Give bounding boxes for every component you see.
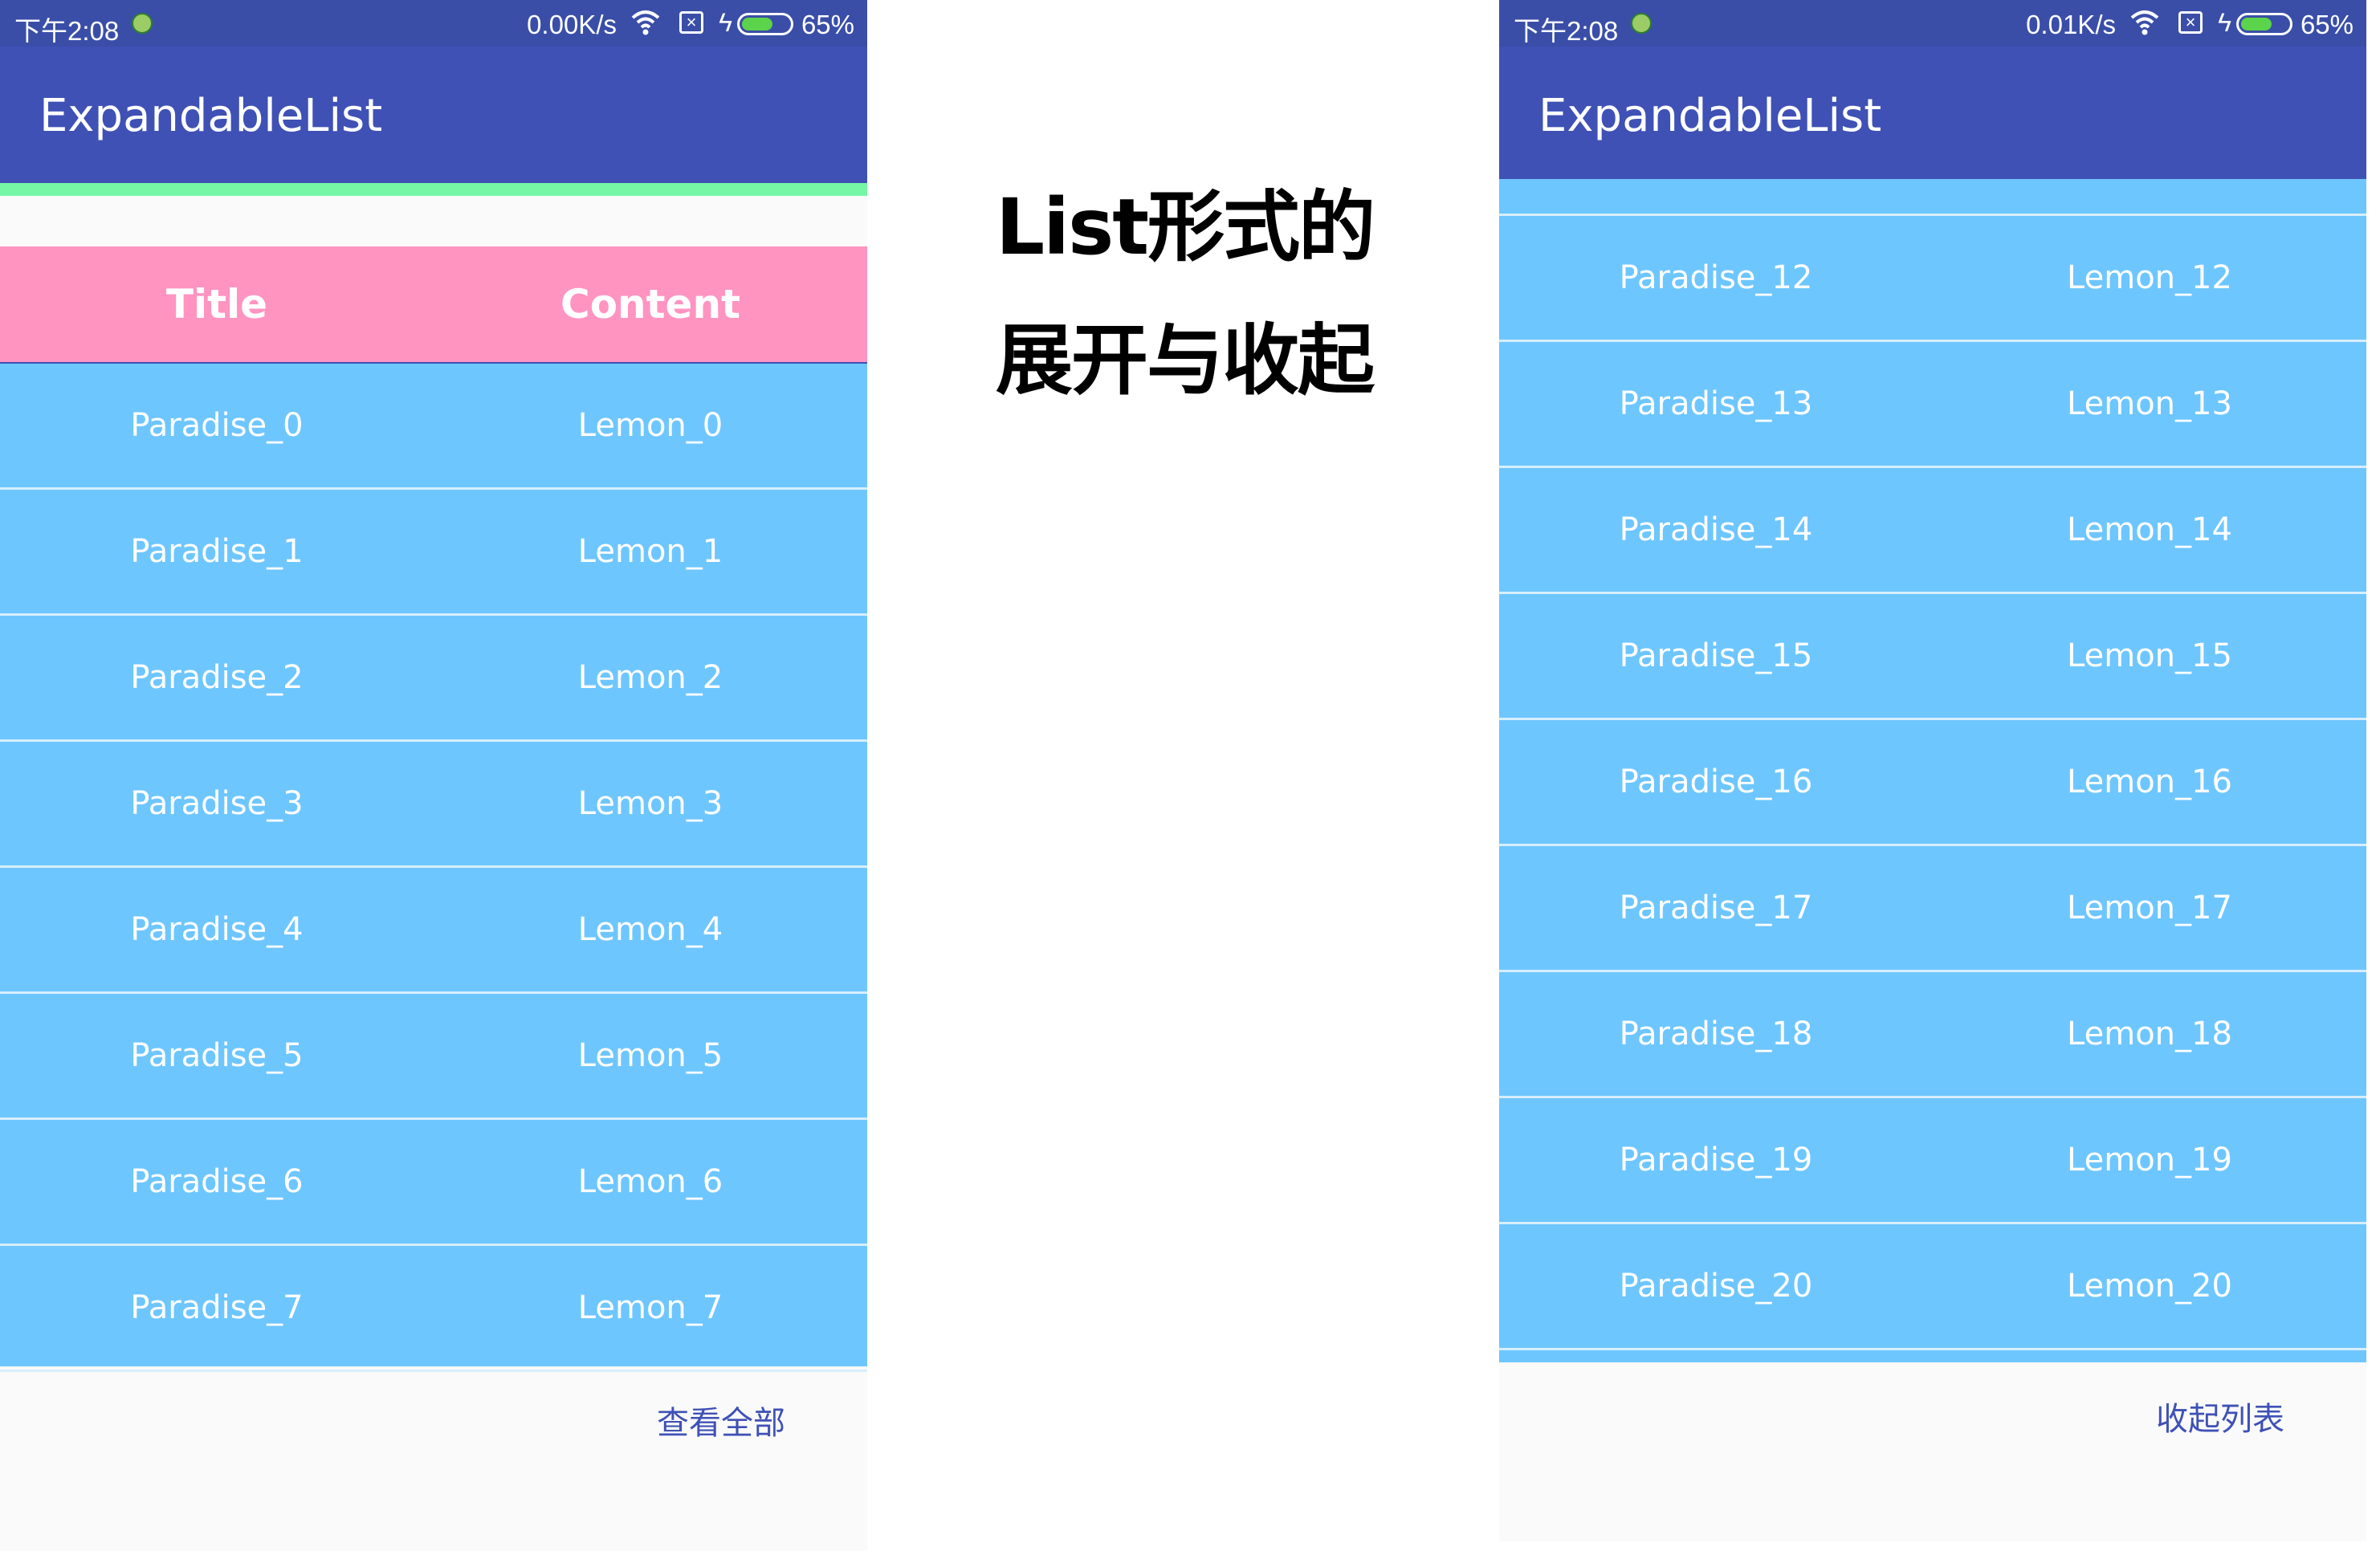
app-bar: ExpandableList [1499, 47, 2366, 179]
item-title: Paradise_0 [130, 407, 304, 444]
list-item[interactable]: Paradise_2 Lemon_2 [0, 616, 867, 742]
wifi-icon [631, 10, 660, 35]
list-item[interactable]: Paradise_0 Lemon_0 [0, 364, 867, 490]
status-time: 下午2:08 [1514, 16, 1619, 46]
list-item[interactable]: Paradise_18 Lemon_18 [1499, 972, 2366, 1098]
item-title: Paradise_4 [130, 911, 304, 948]
charging-bolt-icon: ϟ [719, 8, 732, 37]
item-title: Paradise_15 [1619, 637, 1813, 674]
list-item[interactable]: Paradise_20 Lemon_20 [1499, 1224, 2366, 1350]
battery-percent: 65% [801, 10, 854, 39]
item-content: Lemon_18 [2067, 1016, 2232, 1052]
sim-x-icon: × [679, 11, 703, 34]
item-content: Lemon_7 [577, 1289, 723, 1326]
list-item[interactable]: Paradise_13 Lemon_13 [1499, 342, 2366, 468]
item-title: Paradise_16 [1619, 763, 1813, 800]
sim-x-icon: × [2178, 11, 2203, 34]
item-title: Paradise_18 [1619, 1016, 1813, 1052]
battery-icon [737, 13, 793, 35]
list-item[interactable]: Paradise_15 Lemon_15 [1499, 594, 2366, 720]
list-item[interactable]: Paradise_16 Lemon_16 [1499, 720, 2366, 846]
battery-level-fill [2241, 18, 2272, 31]
list-item[interactable]: Paradise_12 Lemon_12 [1499, 216, 2366, 342]
table-header: Title Content [0, 246, 867, 364]
list-item[interactable]: Paradise_7 Lemon_7 [0, 1246, 867, 1372]
list-item[interactable]: Paradise_5 Lemon_5 [0, 994, 867, 1120]
item-content: Lemon_3 [577, 785, 723, 822]
item-content: Lemon_15 [2067, 637, 2232, 674]
battery-level-fill [742, 18, 772, 31]
accent-divider [0, 183, 867, 196]
item-content: Lemon_16 [2067, 763, 2232, 800]
wifi-icon [2130, 10, 2159, 35]
item-content: Lemon_5 [577, 1037, 723, 1074]
collapse-list-button[interactable]: 收起列表 [2156, 1393, 2284, 1439]
item-content: Lemon_12 [2067, 259, 2232, 296]
item-title: Paradise_7 [130, 1289, 304, 1326]
phone-screen-collapsed: 下午2:08 0.00K/s × ϟ 65% ExpandableList Ti… [0, 0, 867, 1551]
item-title: Paradise_19 [1619, 1142, 1813, 1179]
item-title: Paradise_17 [1619, 889, 1813, 926]
status-bar: 下午2:08 0.00K/s × ϟ 65% [0, 0, 867, 47]
list-item[interactable]: Paradise_14 Lemon_14 [1499, 468, 2366, 594]
phone-screen-expanded: Paradise_11 Lemon_11 Paradise_12 Lemon_1… [1499, 0, 2366, 1541]
item-content: Lemon_20 [2067, 1268, 2232, 1305]
caption: List形式的 展开与收起 [996, 161, 1375, 427]
battery-icon [2236, 13, 2292, 35]
item-title: Paradise_12 [1619, 259, 1813, 296]
status-time: 下午2:08 [14, 16, 120, 46]
list-item[interactable]: Paradise_17 Lemon_17 [1499, 846, 2366, 972]
item-content: Lemon_13 [2067, 385, 2232, 422]
header-content: Content [560, 281, 740, 328]
view-all-button[interactable]: 查看全部 [657, 1397, 785, 1443]
list-item[interactable]: Paradise_4 Lemon_4 [0, 868, 867, 994]
android-bot-icon [1631, 13, 1652, 34]
item-title: Paradise_1 [130, 533, 304, 570]
item-content: Lemon_14 [2067, 511, 2232, 548]
item-title: Paradise_2 [130, 659, 304, 696]
list-item[interactable]: Paradise_19 Lemon_19 [1499, 1098, 2366, 1224]
app-title: ExpandableList [1538, 90, 1882, 142]
android-bot-icon [132, 13, 153, 34]
expandable-list[interactable]: Paradise_0 Lemon_0 Paradise_1 Lemon_1 Pa… [0, 364, 867, 1372]
list-item[interactable]: Paradise_1 Lemon_1 [0, 490, 867, 616]
item-title: Paradise_13 [1619, 385, 1813, 422]
item-title: Paradise_5 [130, 1037, 304, 1074]
item-content: Lemon_17 [2067, 889, 2232, 926]
caption-line-2: 展开与收起 [996, 315, 1375, 405]
item-content: Lemon_2 [577, 659, 723, 696]
item-title: Paradise_14 [1619, 511, 1813, 548]
status-bar: 下午2:08 0.01K/s × ϟ 65% [1499, 0, 2366, 47]
item-content: Lemon_1 [577, 533, 723, 570]
app-title: ExpandableList [39, 90, 383, 142]
item-content: Lemon_19 [2067, 1142, 2232, 1179]
list-item[interactable]: Paradise_3 Lemon_3 [0, 742, 867, 868]
item-content: Lemon_0 [577, 407, 723, 444]
caption-line-1: List形式的 [996, 182, 1375, 272]
battery-percent: 65% [2300, 10, 2354, 39]
app-bar: ExpandableList [0, 47, 867, 183]
item-title: Paradise_20 [1619, 1268, 1813, 1305]
item-title: Paradise_6 [130, 1163, 304, 1200]
charging-bolt-icon: ϟ [2218, 8, 2231, 37]
item-content: Lemon_6 [577, 1163, 723, 1200]
header-title: Title [165, 281, 268, 328]
item-content: Lemon_4 [577, 911, 723, 948]
list-item[interactable]: Paradise_6 Lemon_6 [0, 1120, 867, 1246]
item-title: Paradise_3 [130, 785, 304, 822]
expandable-list[interactable]: Paradise_11 Lemon_11 Paradise_12 Lemon_1… [1499, 133, 2366, 1362]
network-speed: 0.01K/s [2026, 10, 2116, 39]
network-speed: 0.00K/s [527, 10, 617, 39]
